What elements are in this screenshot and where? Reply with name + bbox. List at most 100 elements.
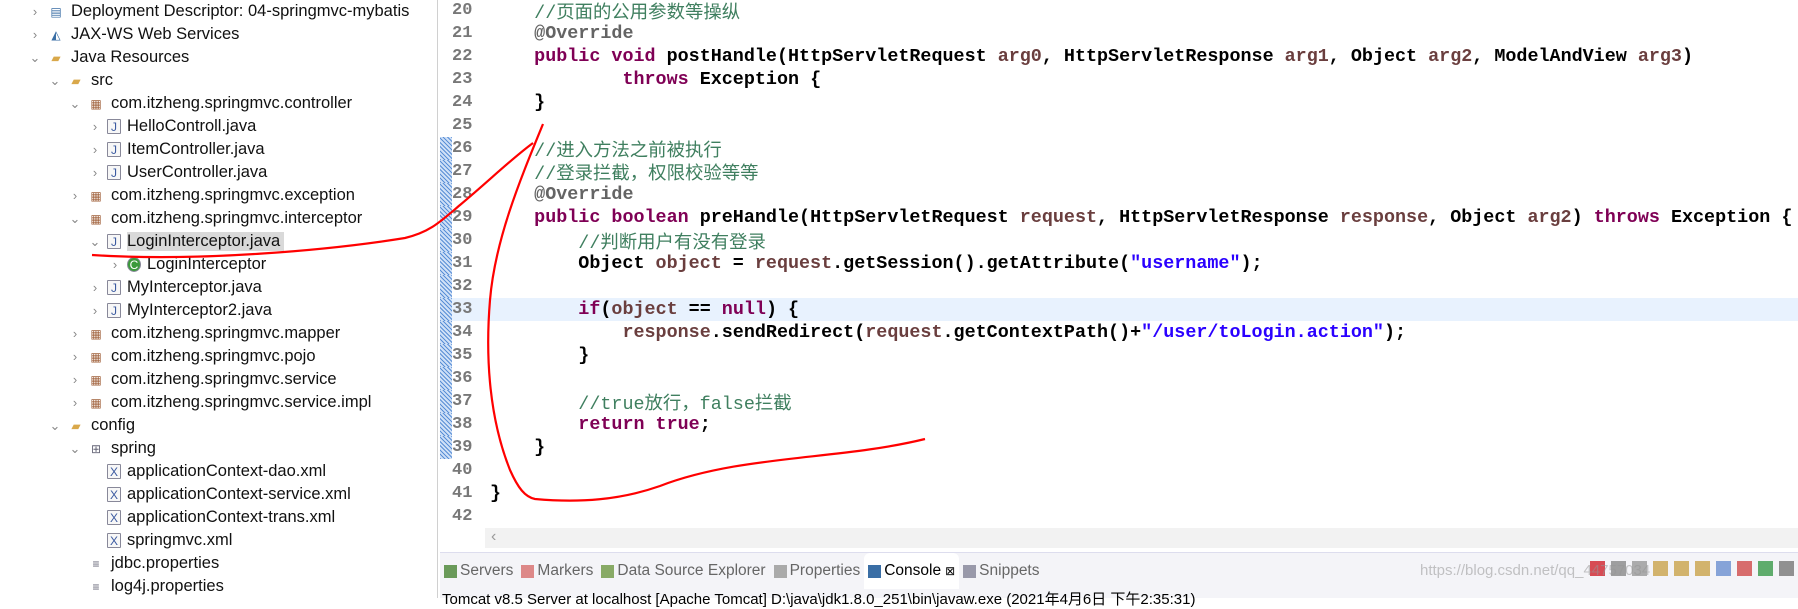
tree-item[interactable]: › ▤ Deployment Descriptor: 04-springmvc-my… <box>27 0 410 23</box>
chevron-down-icon[interactable]: ⌄ <box>67 211 83 227</box>
chevron-right-icon[interactable]: › <box>87 280 103 295</box>
code-line[interactable]: 39 } <box>440 436 1798 459</box>
chevron-down-icon[interactable]: ⌄ <box>87 234 103 250</box>
tree-item[interactable]: › ◭ JAX-WS Web Services <box>27 23 240 46</box>
close-icon[interactable]: ⊠ <box>945 564 955 578</box>
tree-item[interactable]: › J UserController.java <box>87 161 267 184</box>
tree-item[interactable]: ⌄ ⊞ spring <box>67 437 156 460</box>
tree-item[interactable]: Xspringmvc.xml <box>87 529 232 552</box>
tab-servers[interactable]: Servers <box>440 553 517 589</box>
display-console-icon[interactable] <box>1779 561 1794 576</box>
code-line[interactable]: 28 @Override <box>440 183 1798 206</box>
tab-data-source-explorer[interactable]: Data Source Explorer <box>597 553 769 589</box>
code-line[interactable]: 40 <box>440 459 1798 482</box>
tree-item[interactable]: ⌄ ▰ config <box>47 414 135 437</box>
code-line[interactable]: 23 throws Exception { <box>440 68 1798 91</box>
tab-console[interactable]: Console ⊠ <box>864 553 960 589</box>
clear-console-icon[interactable] <box>1674 561 1689 576</box>
chevron-right-icon[interactable]: › <box>87 142 103 157</box>
tree-item[interactable]: ≡ log4j.properties <box>67 575 223 598</box>
scroll-lock-icon[interactable] <box>1653 561 1668 576</box>
tree-item-label: src <box>91 71 113 89</box>
chevron-down-icon[interactable]: ⌄ <box>67 96 83 112</box>
tree-item[interactable]: ⌄ ▰ src <box>47 69 113 92</box>
code-line[interactable]: 31 Object object = request.getSession().… <box>440 252 1798 275</box>
chevron-right-icon[interactable]: › <box>87 303 103 318</box>
code-line[interactable]: 32 <box>440 275 1798 298</box>
tree-item[interactable]: XapplicationContext-trans.xml <box>87 506 335 529</box>
show-stdout-icon[interactable] <box>1716 561 1731 576</box>
code-text: } <box>486 437 545 458</box>
tree-item[interactable]: ⌄ ▦ com.itzheng.springmvc.controller <box>67 92 353 115</box>
chevron-right-icon[interactable]: › <box>67 349 83 364</box>
tree-item[interactable]: › J MyInterceptor.java <box>87 276 262 299</box>
chevron-right-icon[interactable]: › <box>67 372 83 387</box>
code-line[interactable]: 24 } <box>440 91 1798 114</box>
tree-item-label: Java Resources <box>71 48 190 66</box>
chevron-right-icon[interactable]: › <box>87 119 103 134</box>
change-marker <box>440 183 452 206</box>
tab-markers[interactable]: Markers <box>517 553 597 589</box>
tree-item[interactable]: ⌄ J LoginInterceptor.java <box>87 230 285 253</box>
pin-console-icon[interactable] <box>1758 561 1773 576</box>
tree-item[interactable]: ⌄ ▦ com.itzheng.springmvc.interceptor <box>67 207 363 230</box>
editor-horizontal-scrollbar[interactable]: ‹ <box>485 528 1798 548</box>
chevron-right-icon[interactable]: › <box>67 326 83 341</box>
scroll-left-icon[interactable]: ‹ <box>491 528 496 545</box>
code-line[interactable]: 37 //true放行，false拦截 <box>440 390 1798 415</box>
code-line[interactable]: 29 public boolean preHandle(HttpServletR… <box>440 206 1798 229</box>
chevron-right-icon[interactable]: › <box>67 188 83 203</box>
tab-snippets[interactable]: Snippets <box>959 553 1043 589</box>
chevron-right-icon[interactable]: › <box>27 27 43 42</box>
tab-properties[interactable]: Properties <box>770 553 865 589</box>
chevron-down-icon[interactable]: ⌄ <box>27 50 43 66</box>
code-line[interactable]: 26 //进入方法之前被执行 <box>440 137 1798 162</box>
code-line[interactable]: 30 //判断用户有没有登录 <box>440 229 1798 254</box>
code-token: arg1 <box>1284 46 1329 67</box>
chevron-right-icon[interactable]: › <box>67 395 83 410</box>
chevron-right-icon[interactable]: › <box>27 4 43 19</box>
properties-file-icon: ≡ <box>92 579 100 594</box>
servers-icon <box>444 564 457 578</box>
tree-item[interactable]: › J HelloControll.java <box>87 115 256 138</box>
code-line[interactable]: 36 <box>440 367 1798 390</box>
chevron-right-icon[interactable]: › <box>87 165 103 180</box>
code-token: Exception { <box>699 69 822 90</box>
tree-item[interactable]: › J ItemController.java <box>87 138 265 161</box>
code-line[interactable]: 41} <box>440 482 1798 505</box>
chevron-down-icon[interactable]: ⌄ <box>47 418 63 434</box>
tree-item[interactable]: › ▦ com.itzheng.springmvc.service.impl <box>67 391 372 414</box>
tree-item[interactable]: › ▦ com.itzheng.springmvc.exception <box>67 184 355 207</box>
tree-item[interactable]: XapplicationContext-service.xml <box>87 483 351 506</box>
word-wrap-icon[interactable] <box>1695 561 1710 576</box>
code-line[interactable]: 38 return true; <box>440 413 1798 436</box>
chevron-right-icon[interactable]: › <box>107 257 123 272</box>
line-number: 20 <box>452 1 473 20</box>
code-line[interactable]: 33 if(object == null) { <box>440 298 1798 321</box>
chevron-down-icon[interactable]: ⌄ <box>47 73 63 89</box>
tree-item[interactable]: XapplicationContext-dao.xml <box>87 460 326 483</box>
code-line[interactable]: 25 <box>440 114 1798 137</box>
code-line[interactable]: 21 @Override <box>440 22 1798 45</box>
code-line[interactable]: 42 <box>440 505 1798 528</box>
tree-item[interactable]: › C LoginInterceptor <box>107 253 266 276</box>
code-line[interactable]: 20 //页面的公用参数等操纵 <box>440 0 1798 24</box>
tree-item[interactable]: › ▦ com.itzheng.springmvc.mapper <box>67 322 340 345</box>
code-token: @Override <box>534 23 634 44</box>
code-line[interactable]: 22 public void postHandle(HttpServletReq… <box>440 45 1798 68</box>
tree-item[interactable]: › ▦ com.itzheng.springmvc.pojo <box>67 345 316 368</box>
tree-item[interactable]: › ▦ com.itzheng.springmvc.service <box>67 368 337 391</box>
code-line[interactable]: 34 response.sendRedirect(request.getCont… <box>440 321 1798 344</box>
chevron-down-icon[interactable]: ⌄ <box>67 441 83 457</box>
tree-item[interactable]: ≡ jdbc.properties <box>67 552 219 575</box>
code-line[interactable]: 27 //登录拦截，权限校验等等 <box>440 160 1798 185</box>
show-stderr-icon[interactable] <box>1737 561 1752 576</box>
tree-item[interactable]: ⌄ ▰ Java Resources <box>27 46 190 69</box>
code-text: @Override <box>486 23 633 44</box>
code-line[interactable]: 35 } <box>440 344 1798 367</box>
code-editor[interactable]: 20 //页面的公用参数等操纵 21 @Override 22 public voi… <box>440 0 1798 550</box>
tree-item[interactable]: › J MyInterceptor2.java <box>87 299 272 322</box>
